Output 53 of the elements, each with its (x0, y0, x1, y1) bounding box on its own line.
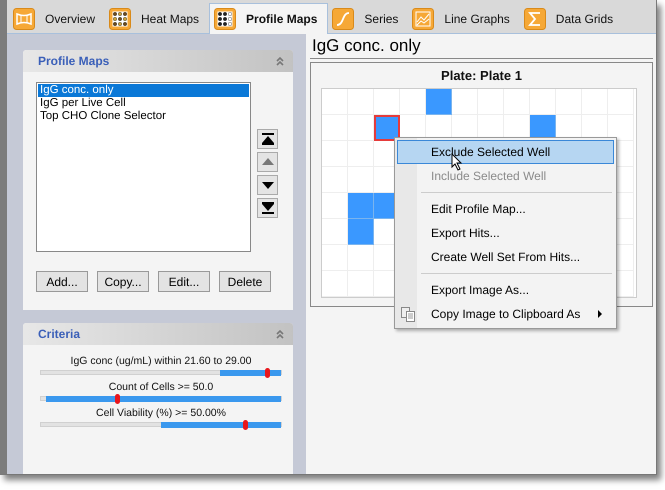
panel-button[interactable]: Add... (36, 271, 88, 292)
tab[interactable]: Data Grids (520, 4, 624, 33)
grid-icon (109, 8, 132, 30)
triangle-icon (260, 156, 274, 168)
sigma-icon (524, 8, 546, 30)
criterion-label: Count of Cells >= 50.0 (108, 381, 214, 393)
panel-button[interactable]: Edit... (158, 271, 210, 292)
panel-button[interactable]: Delete (219, 271, 271, 292)
slider-thumb[interactable] (114, 394, 120, 404)
slider-track[interactable] (40, 422, 282, 427)
menu-item[interactable]: Edit Profile Map... (397, 197, 614, 221)
tab[interactable]: Series (328, 4, 408, 33)
list-item[interactable]: IgG conc. only (38, 84, 249, 97)
copy-icon (400, 306, 416, 322)
tab[interactable]: Heat Maps (105, 4, 210, 33)
plate-title: Plate: Plate 1 (440, 68, 523, 83)
menu-item[interactable]: Export Image As... (397, 278, 614, 302)
criterion-label: IgG conc (ug/mL) within 21.60 to 29.00 (70, 355, 252, 367)
triangle-bar-icon (260, 133, 274, 145)
tab[interactable]: Overview (9, 4, 106, 33)
line-graph-icon (412, 8, 434, 30)
list-item[interactable]: Top CHO Clone Selector (38, 110, 249, 123)
well[interactable] (348, 219, 374, 245)
slider-track[interactable] (40, 370, 282, 375)
menu-item[interactable]: Copy Image to Clipboard As (397, 302, 614, 326)
menu-item[interactable]: Exclude Selected Well (397, 140, 614, 164)
slider-track[interactable] (40, 396, 282, 401)
menu-item[interactable]: Export Hits... (397, 221, 614, 245)
triangle-icon (260, 179, 274, 191)
tab[interactable]: Profile Maps (209, 3, 328, 34)
slider-thumb[interactable] (264, 368, 270, 378)
move-top-button[interactable] (257, 129, 278, 149)
triangle-bar-icon (260, 202, 274, 214)
move-bottom-button[interactable] (257, 198, 278, 218)
well[interactable] (374, 115, 400, 141)
panel-title: Profile Maps (38, 54, 110, 68)
panel-button[interactable]: Copy... (97, 271, 149, 292)
grid-icon (214, 8, 236, 30)
criterion-label: Cell Viability (%) >= 50.00% (96, 407, 226, 419)
move-down-button[interactable] (257, 175, 278, 195)
tab[interactable]: Line Graphs (408, 4, 520, 33)
well[interactable] (426, 89, 452, 115)
slider-thumb[interactable] (243, 420, 248, 430)
collapse-icon[interactable] (275, 56, 285, 66)
submenu-arrow-icon (597, 310, 603, 318)
curve-icon (332, 8, 354, 30)
profile-map-title: IgG conc. only (310, 34, 653, 59)
panels-icon (13, 8, 35, 30)
panel-title: Criteria (38, 327, 80, 341)
well[interactable] (348, 193, 374, 219)
list-item[interactable]: IgG per Live Cell (38, 97, 249, 110)
collapse-icon[interactable] (275, 329, 285, 339)
menu-item[interactable]: Create Well Set From Hits... (397, 245, 614, 269)
